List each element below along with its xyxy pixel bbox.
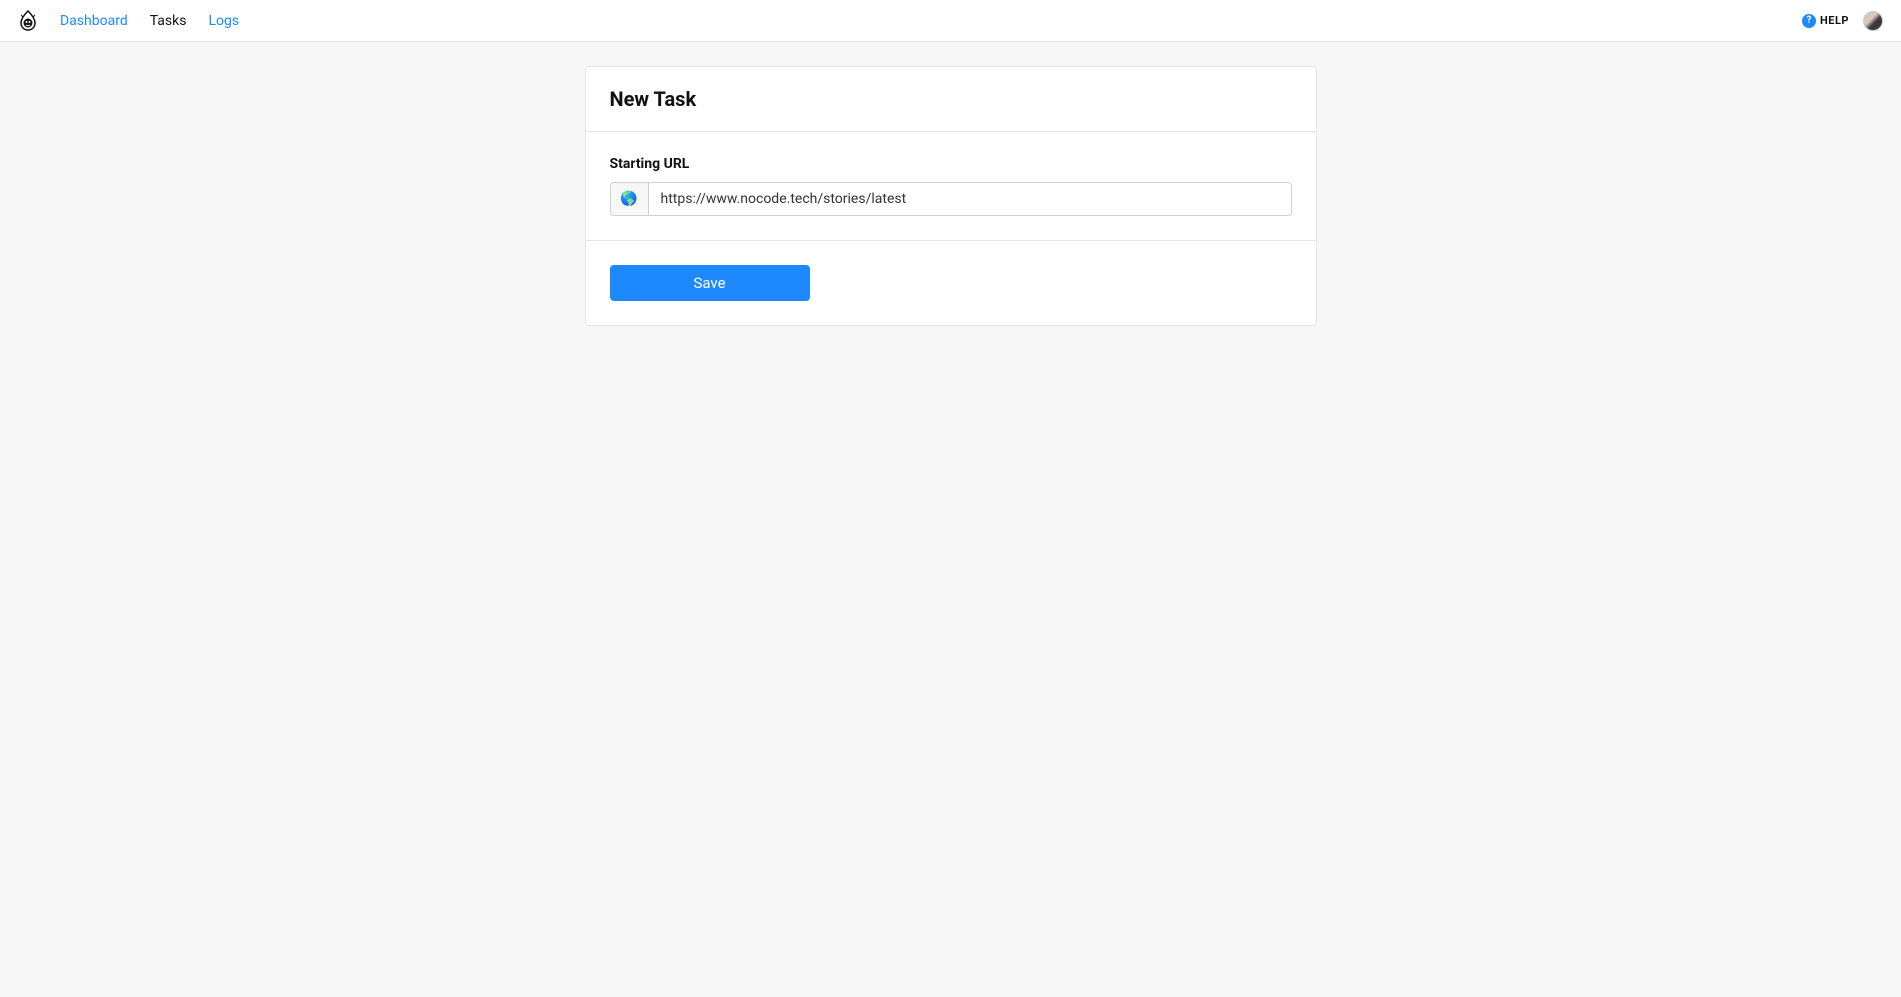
card-footer: Save [586,241,1316,325]
nav-logs[interactable]: Logs [208,13,239,29]
url-addon: 🌎 [611,183,649,215]
header-left: Dashboard Tasks Logs [18,11,239,31]
egg-logo-icon [19,10,37,32]
nav-dashboard[interactable]: Dashboard [60,13,128,29]
header-right: ? HELP [1802,11,1883,31]
save-button[interactable]: Save [610,265,810,301]
new-task-card: New Task Starting URL 🌎 Save [585,66,1317,326]
help-button[interactable]: ? HELP [1802,14,1849,28]
main-content: New Task Starting URL 🌎 Save [0,42,1901,350]
user-avatar[interactable] [1863,11,1883,31]
nav-tasks[interactable]: Tasks [150,13,187,29]
page-title: New Task [610,87,1292,111]
starting-url-group: 🌎 [610,182,1292,216]
help-icon: ? [1802,14,1816,28]
card-body: Starting URL 🌎 [586,132,1316,241]
app-logo[interactable] [18,11,38,31]
starting-url-label: Starting URL [610,156,1292,172]
help-label: HELP [1820,14,1849,27]
globe-icon: 🌎 [620,191,637,207]
main-nav: Dashboard Tasks Logs [60,13,239,29]
top-nav-bar: Dashboard Tasks Logs ? HELP [0,0,1901,42]
card-header: New Task [586,67,1316,132]
starting-url-input[interactable] [649,183,1291,215]
